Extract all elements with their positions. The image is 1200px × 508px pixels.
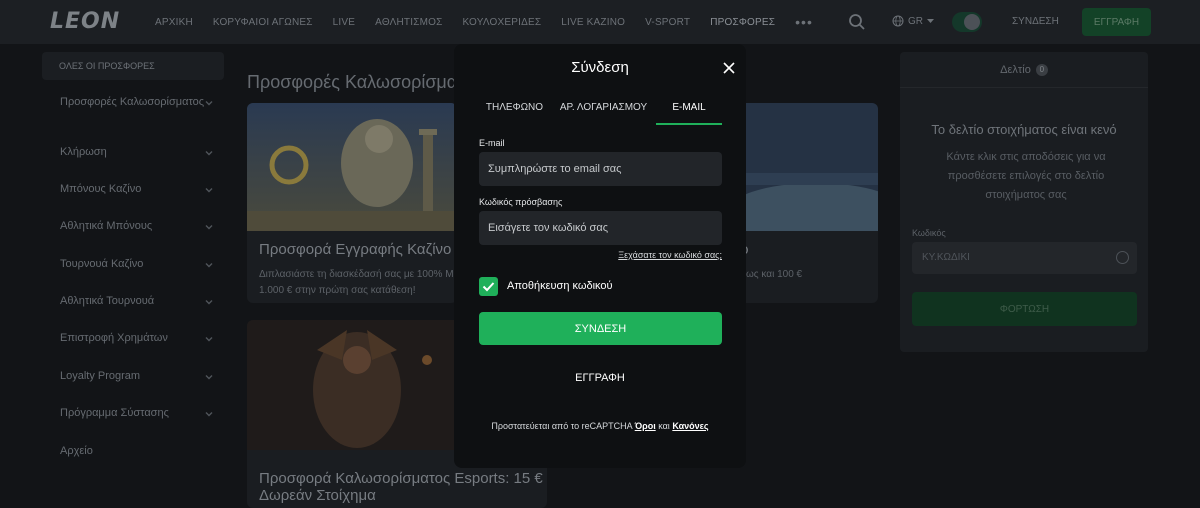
remember-password-checkbox[interactable] <box>479 277 498 296</box>
tab-phone[interactable]: ΤΗΛΕΦΩΝΟ <box>478 96 551 125</box>
password-field[interactable]: Εισάγετε τον κωδικό σας <box>479 211 722 245</box>
remember-password-label[interactable]: Αποθήκευση κωδικού <box>507 280 613 292</box>
rules-link[interactable]: Κανόνες <box>672 421 708 431</box>
tab-email[interactable]: E-MAIL <box>656 96 722 125</box>
password-label: Κωδικός πρόσβασης <box>479 197 563 207</box>
email-field[interactable]: Συμπληρώστε το email σας <box>479 152 722 186</box>
tab-account-number[interactable]: ΑΡ. ΛΟΓΑΡΙΑΣΜΟΥ <box>551 96 656 125</box>
email-placeholder: Συμπληρώστε το email σας <box>488 163 622 175</box>
recaptcha-text: Προστατεύεται από το reCAPTCHA <box>491 421 633 431</box>
modal-register-button[interactable]: ΕΓΓΡΑΦΗ <box>454 372 746 384</box>
recaptcha-notice: Προστατεύεται από το reCAPTCHA Όροι και … <box>454 421 746 431</box>
checkmark-icon <box>482 282 495 292</box>
password-placeholder: Εισάγετε τον κωδικό σας <box>488 222 609 234</box>
recaptcha-and: και <box>658 421 670 431</box>
email-label: E-mail <box>479 138 505 148</box>
login-modal: Σύνδεση ΤΗΛΕΦΩΝΟ ΑΡ. ΛΟΓΑΡΙΑΣΜΟΥ E-MAIL … <box>454 44 746 468</box>
login-submit-button[interactable]: ΣΥΝΔΕΣΗ <box>479 312 722 345</box>
terms-link[interactable]: Όροι <box>635 421 656 431</box>
modal-title: Σύνδεση <box>571 59 629 76</box>
close-icon[interactable] <box>722 61 736 75</box>
forgot-password-link[interactable]: Ξεχάσατε τον κωδικό σας; <box>594 250 722 260</box>
login-method-tabs: ΤΗΛΕΦΩΝΟ ΑΡ. ΛΟΓΑΡΙΑΣΜΟΥ E-MAIL <box>478 96 722 125</box>
